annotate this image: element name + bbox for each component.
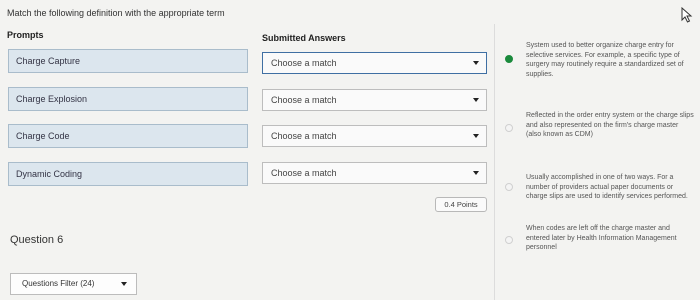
prompt-charge-capture: Charge Capture [8,49,248,73]
prompt-charge-code: Charge Code [8,124,248,148]
answer-select-4[interactable]: Choose a match [262,162,487,184]
definition-radio-3[interactable] [505,183,513,191]
definition-radio-1[interactable] [505,55,513,63]
submitted-answers-header: Submitted Answers [262,33,346,43]
answer-select-value: Choose a match [271,168,337,178]
prompts-header: Prompts [7,30,44,40]
chevron-down-icon [473,61,479,65]
answer-select-value: Choose a match [271,58,337,68]
question-label: Question 6 [10,234,64,246]
answer-select-3[interactable]: Choose a match [262,125,487,147]
column-divider [494,24,495,300]
answer-select-value: Choose a match [271,131,337,141]
definition-radio-4[interactable] [505,236,513,244]
definition-text-3: Usually accomplished in one of two ways.… [526,174,688,200]
chevron-down-icon [473,134,479,138]
chevron-down-icon [473,171,479,175]
chevron-down-icon [473,98,479,102]
mouse-cursor-icon [681,7,693,23]
answer-select-1[interactable]: Choose a match [262,52,487,74]
definition-text-4: When codes are left off the charge maste… [526,225,677,251]
questions-filter-label: Questions Filter (24) [22,279,95,288]
answer-select-2[interactable]: Choose a match [262,89,487,111]
definition-radio-2[interactable] [505,124,513,132]
prompt-charge-explosion: Charge Explosion [8,87,248,111]
answer-select-value: Choose a match [271,95,337,105]
prompt-dynamic-coding: Dynamic Coding [8,162,248,186]
definition-text-1: System used to better organize charge en… [526,42,684,78]
instruction-text: Match the following definition with the … [7,8,225,18]
chevron-down-icon [121,282,127,286]
questions-filter-select[interactable]: Questions Filter (24) [10,273,137,295]
definition-text-2: Reflected in the order entry system or t… [526,112,694,138]
points-badge: 0.4 Points [435,197,487,212]
